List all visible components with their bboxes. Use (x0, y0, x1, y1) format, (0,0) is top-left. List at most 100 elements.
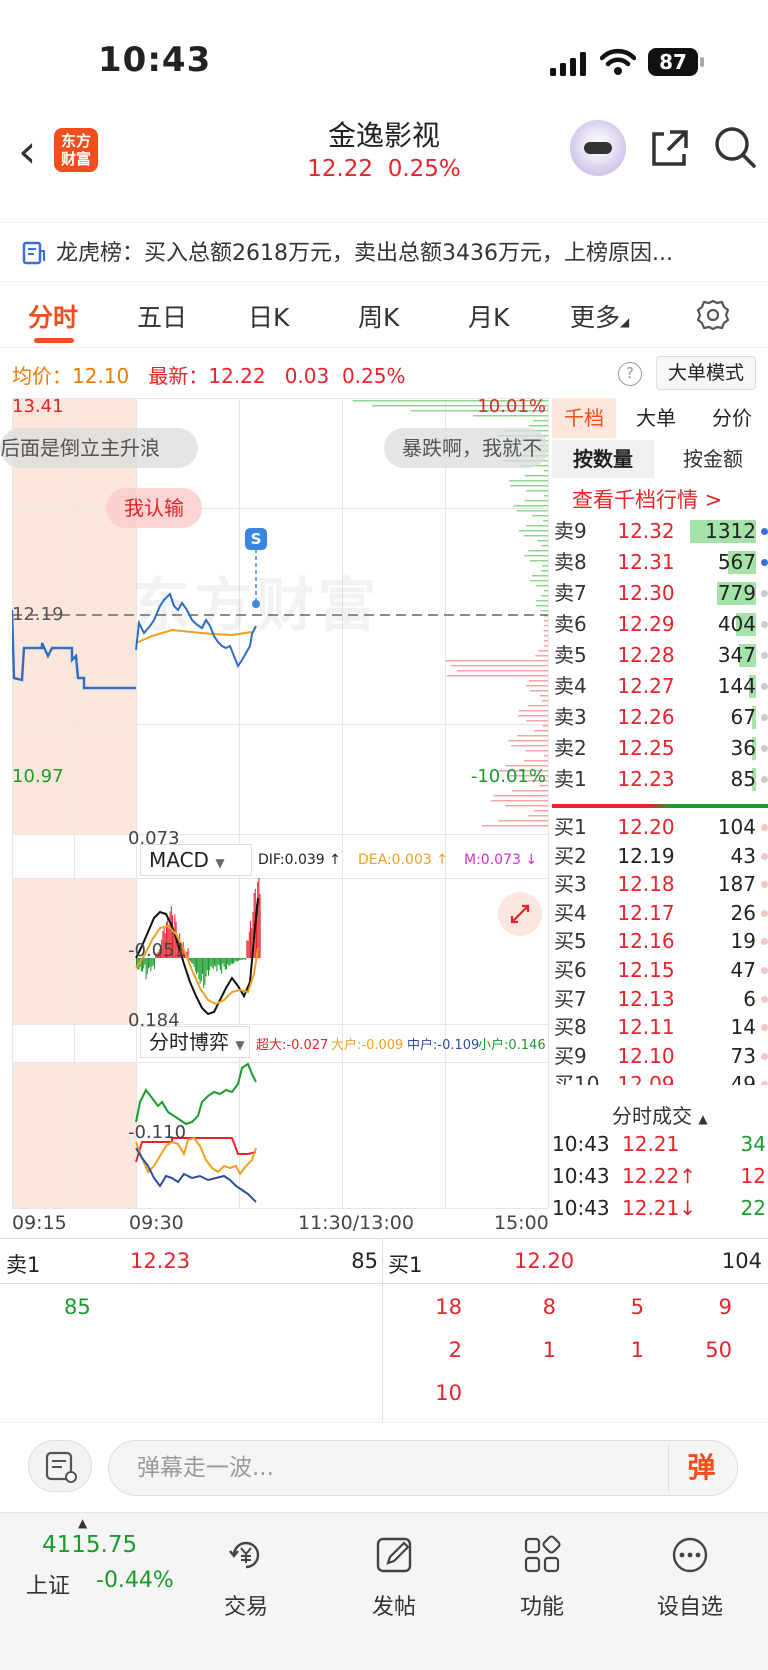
bid-level-name: 买4 (554, 900, 587, 925)
bid-row[interactable]: 买1 12.20 104 (552, 812, 768, 843)
ask-row[interactable]: 卖2 12.25 36 (552, 733, 768, 764)
ask-row[interactable]: 卖1 12.23 85 (552, 764, 768, 795)
bid-row[interactable]: 买4 12.17 26 (552, 898, 768, 929)
ask-row[interactable]: 卖7 12.30 779 (552, 578, 768, 609)
ask-row[interactable]: 卖8 12.31 567 (552, 547, 768, 578)
tab-more[interactable]: 更多◢ (570, 298, 629, 334)
bid-row[interactable]: 买7 12.13 6 (552, 984, 768, 1015)
back-icon[interactable]: ‹ (18, 128, 36, 174)
robot-assistant-icon[interactable] (570, 120, 626, 176)
collapsed-stats-row (0, 180, 768, 196)
intraday-chart[interactable]: 东方财富 13.41 10.97 10.01% -10.01% 12.19 后面… (0, 396, 549, 1234)
nav-post[interactable]: 发帖 (344, 1535, 444, 1621)
macd-negative-bar (215, 958, 217, 967)
macd-chart-svg (135, 878, 261, 1016)
help-icon[interactable]: ? (618, 362, 642, 386)
app-logo: 东方 财富 (54, 128, 98, 172)
tab-five-day[interactable]: 五日 (137, 298, 187, 334)
x-label-0915: 09:15 (12, 1212, 67, 1234)
danmu-bubble[interactable]: 我认输 (106, 488, 202, 528)
tab-thousand-levels[interactable]: 千档 (552, 398, 616, 438)
big-order-mode-button[interactable]: 大单模式 (656, 356, 756, 390)
ask-row[interactable]: 卖6 12.29 404 (552, 609, 768, 640)
danmu-bubble[interactable]: 暴跌啊，我就不 (384, 428, 548, 468)
bid-row[interactable]: 买10 12.09 49 (552, 1069, 768, 1086)
bid-volume: 47 (730, 958, 756, 982)
bid-row[interactable]: 买9 12.10 73 (552, 1041, 768, 1072)
level-dot (761, 909, 768, 917)
index-expand-icon[interactable]: ▲ (78, 1516, 87, 1530)
tick-trades[interactable]: 分时成交 ▲ 10:43 12.21 34 10:43 12.22↑ 12 10:43 12.… (552, 1100, 768, 1230)
bid-volume: 14 (730, 1015, 756, 1040)
bid-row[interactable]: 买2 12.19 43 (552, 841, 768, 872)
ask-row[interactable]: 卖9 12.32 1312 (552, 516, 768, 547)
tab-big-orders[interactable]: 大单 (624, 398, 688, 438)
level-dot (761, 1052, 768, 1060)
level-dot (761, 852, 768, 860)
tab-by-quantity[interactable]: 按数量 (552, 440, 654, 478)
macd-negative-bar (196, 958, 197, 974)
ask-price: 12.27 (617, 674, 675, 698)
tab-daily-k[interactable]: 日K (248, 298, 289, 334)
nav-functions[interactable]: 功能 (492, 1535, 592, 1621)
ask-level-name: 卖7 (554, 581, 587, 605)
ask-volume: 36 (730, 736, 756, 760)
bid-volume: 6 (743, 986, 756, 1011)
danmu-bubble[interactable]: 后面是倒立主升浪 (0, 428, 198, 468)
ask-price: 12.30 (617, 581, 675, 605)
bid-level-name: 买10 (554, 1072, 600, 1086)
x-label-midday: 11:30/13:00 (298, 1212, 414, 1234)
bid-row[interactable]: 买6 12.15 47 (552, 955, 768, 986)
share-icon[interactable] (648, 126, 692, 170)
trade-time: 10:43 (552, 1196, 610, 1220)
bid-row[interactable]: 买5 12.16 19 (552, 926, 768, 957)
game-selector[interactable]: 分时博弈 ▼ (140, 1026, 250, 1058)
view-levels-link[interactable]: 查看千档行情 > (572, 484, 722, 514)
expand-icon[interactable] (498, 892, 542, 936)
macd-selector[interactable]: MACD ▼ (140, 844, 252, 876)
macd-negative-bar (228, 958, 230, 966)
tab-weekly-k[interactable]: 周K (358, 298, 399, 334)
bid-row[interactable]: 买3 12.18 187 (552, 869, 768, 900)
ask-level-name: 卖3 (554, 705, 587, 729)
ask-volume: 144 (717, 674, 756, 698)
queue-buy-order: 50 (705, 1338, 732, 1362)
gear-icon[interactable] (696, 298, 730, 332)
game-bottom-label: -0.110 (128, 1122, 187, 1143)
s-signal-badge[interactable]: S (245, 528, 267, 550)
stock-name: 金逸影视 (327, 119, 440, 152)
tab-intraday[interactable]: 分时 (28, 298, 78, 334)
index-name[interactable]: 上证 (26, 1568, 70, 1600)
nav-trade[interactable]: 交易 (196, 1535, 296, 1621)
ask-row[interactable]: 卖5 12.28 347 (552, 640, 768, 671)
search-icon[interactable] (712, 124, 758, 170)
y-max-label: 13.41 (12, 396, 64, 417)
macd-negative-bar (198, 958, 200, 980)
tab-by-amount[interactable]: 按金额 (658, 440, 768, 478)
ask-row[interactable]: 卖3 12.26 67 (552, 702, 768, 733)
bid-price: 12.18 (617, 872, 675, 897)
dea-value: DEA:0.003 ↑ (358, 852, 448, 868)
macd-negative-bar (223, 958, 225, 967)
ask-level-name: 卖8 (554, 550, 587, 574)
nav-add-watchlist[interactable]: 设自选 (640, 1535, 740, 1621)
tab-monthly-k[interactable]: 月K (468, 298, 509, 334)
ask-level-name: 卖2 (554, 736, 587, 760)
level-dot (761, 967, 768, 974)
index-change[interactable]: -0.44% (96, 1568, 174, 1593)
danmu-send-button[interactable]: 弹 (668, 1444, 734, 1492)
index-value[interactable]: 4115.75 (42, 1532, 137, 1558)
macd-negative-bar (191, 958, 193, 963)
dragon-tiger-notice[interactable]: 龙虎榜：买入总额2618万元，卖出总额3436万元，上榜原因... (0, 222, 768, 282)
bid-row[interactable]: 买8 12.11 14 (552, 1012, 768, 1043)
macd-negative-bar (234, 958, 236, 963)
macd-negative-bar (224, 958, 226, 970)
danmu-input[interactable]: 弹幕走一波... (108, 1440, 738, 1496)
macd-negative-bar (206, 958, 208, 971)
danmu-settings-icon[interactable] (28, 1440, 92, 1492)
trade-volume: 22 (740, 1196, 766, 1220)
ask-row[interactable]: 卖4 12.27 144 (552, 671, 768, 702)
tab-price-split[interactable]: 分价 (696, 398, 768, 438)
trades-title[interactable]: 分时成交 ▲ (612, 1100, 708, 1129)
ask-volume: 1312 (705, 519, 756, 543)
